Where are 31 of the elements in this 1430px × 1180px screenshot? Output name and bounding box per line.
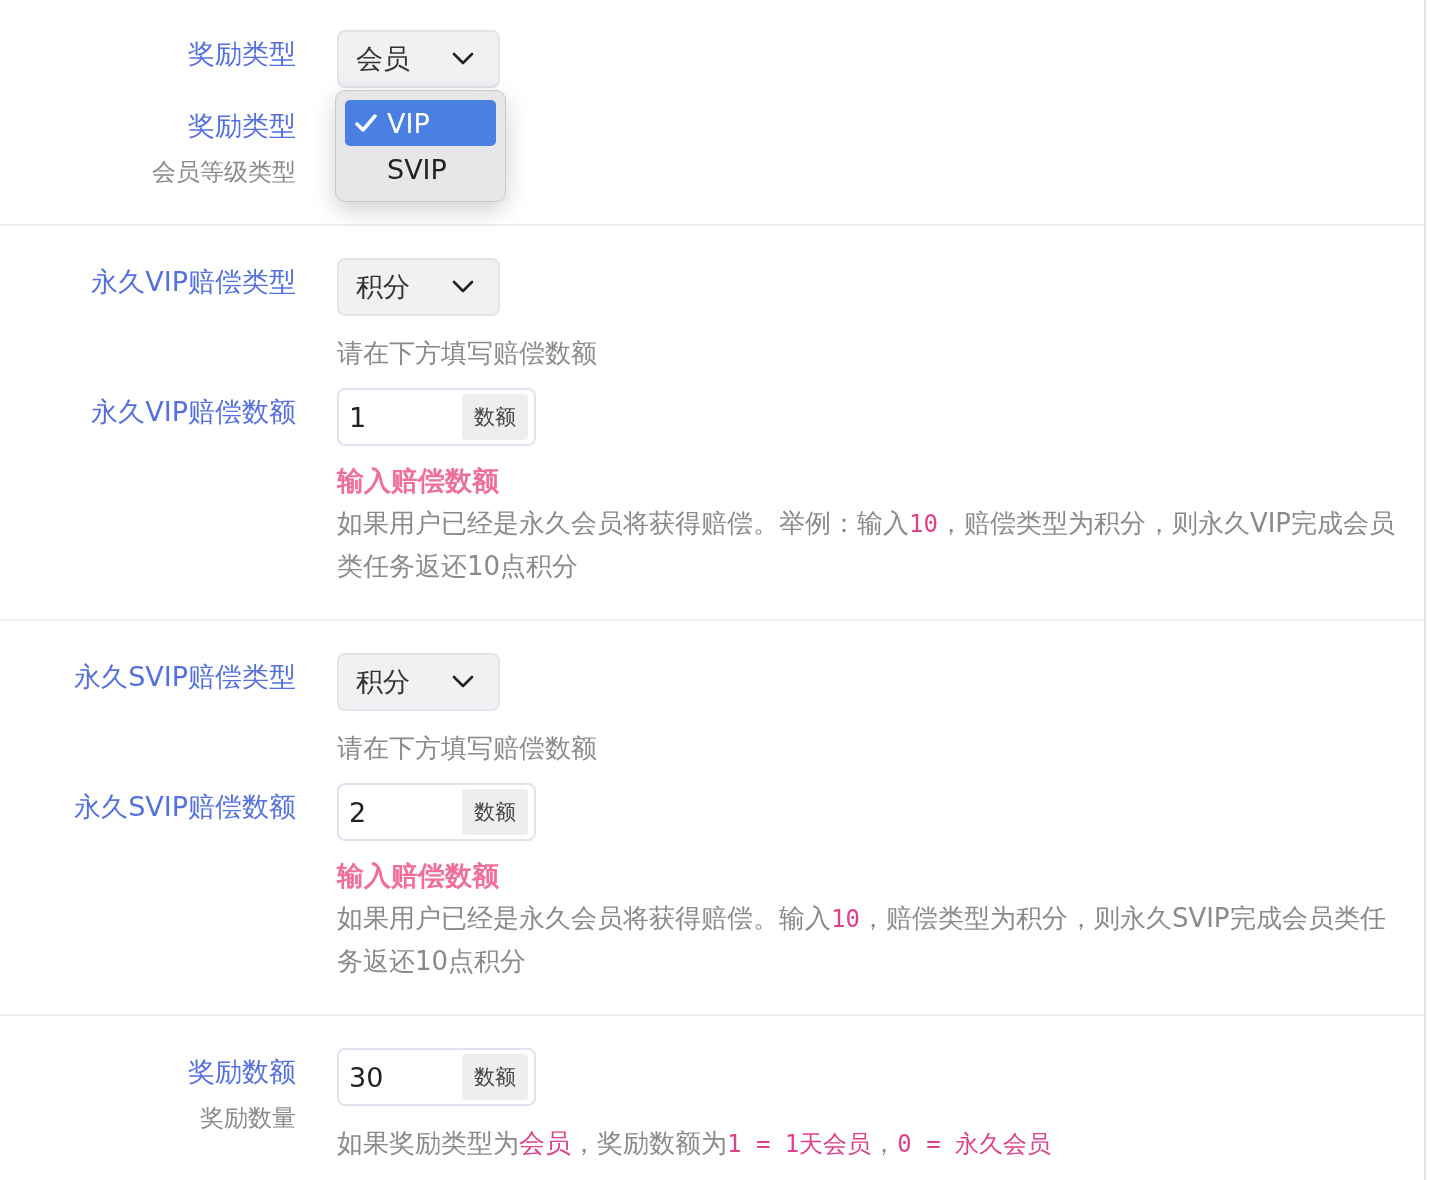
select-dropdown[interactable]: 会员 (337, 30, 500, 88)
amount-input[interactable]: 1 数额 (337, 388, 536, 446)
input-addon: 数额 (462, 789, 528, 835)
input-addon: 数额 (462, 1054, 528, 1100)
select-dropdown[interactable]: 积分 (337, 653, 500, 711)
field-label: 永久VIP赔偿类型 (91, 265, 296, 299)
field-label: 奖励类型 (188, 37, 296, 71)
amount-input[interactable]: 30 数额 (337, 1048, 536, 1106)
field-sublabel: 奖励数量 (200, 1103, 296, 1134)
select-dropdown[interactable]: 积分 (337, 258, 500, 316)
validation-message: 输入赔偿数额 (337, 859, 500, 893)
help-text: 如果用户已经是永久会员将获得赔偿。输入10，赔偿类型为积分，则永久SVIP完成会员类任务返还10点积分 (337, 902, 1387, 978)
field-label: 永久VIP赔偿数额 (91, 395, 296, 429)
field-label: 永久SVIP赔偿类型 (74, 660, 296, 694)
input-addon: 数额 (462, 394, 528, 440)
field-label: 永久SVIP赔偿数额 (74, 790, 296, 824)
field-label: 奖励类型 (188, 109, 296, 143)
chevron-down-icon (452, 675, 474, 689)
chevron-down-icon (452, 280, 474, 294)
help-text: 请在下方填写赔偿数额 (337, 732, 598, 765)
field-sublabel: 会员等级类型 (152, 157, 296, 188)
chevron-down-icon (452, 52, 474, 66)
amount-input[interactable]: 2 数额 (337, 783, 536, 841)
validation-message: 输入赔偿数额 (337, 464, 500, 498)
help-text: 如果用户已经是永久会员将获得赔偿。举例：输入10，赔偿类型为积分，则永久VIP完成会员类任务返还10点积分 (337, 507, 1397, 583)
dropdown-option[interactable]: SVIP (345, 146, 496, 192)
dropdown-option[interactable]: VIP (345, 100, 496, 146)
field-label: 奖励数额 (188, 1055, 296, 1089)
check-icon (355, 113, 377, 133)
help-text: 如果奖励类型为会员，奖励数额为 1 = 1天会员，0 = 永久会员 (337, 1127, 1053, 1160)
help-text: 请在下方填写赔偿数额 (337, 337, 598, 370)
